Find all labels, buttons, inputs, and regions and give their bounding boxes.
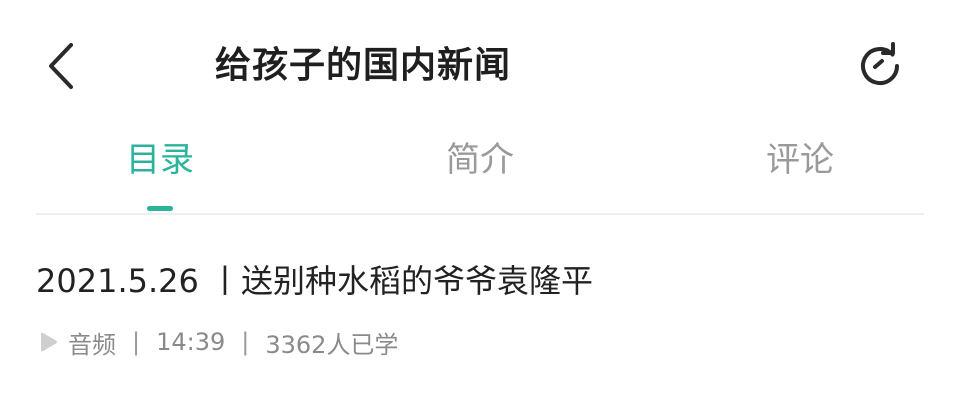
media-type: 音频 — [68, 330, 116, 359]
refresh-icon — [861, 42, 899, 86]
page-title: 给孩子的国内新闻 — [215, 45, 512, 86]
learner-count: 3362人已学 — [265, 330, 399, 359]
list-item[interactable]: 2021.5.26 丨送别种水稻的爷爷袁隆平 音频 | 14:39 | 3362… — [36, 250, 936, 370]
refresh-button[interactable] — [850, 36, 910, 96]
app-header: 给孩子的国内新闻 — [0, 0, 960, 130]
tab-comments[interactable]: 评论 — [700, 130, 900, 212]
back-button[interactable] — [34, 38, 90, 94]
tab-intro[interactable]: 简介 — [380, 130, 580, 212]
separator: | — [241, 328, 250, 356]
chevron-left-icon — [49, 43, 73, 89]
tab-catalog[interactable]: 目录 — [60, 130, 260, 212]
tab-bar: 目录 简介 评论 — [0, 130, 960, 212]
separator: | — [132, 328, 141, 356]
active-tab-indicator — [147, 206, 173, 211]
item-meta: 音频 | 14:39 | 3362人已学 — [36, 322, 398, 362]
item-title: 2021.5.26 丨送别种水稻的爷爷袁隆平 — [36, 262, 594, 300]
duration: 14:39 — [156, 328, 226, 356]
tab-divider — [36, 213, 924, 215]
audio-play-icon — [36, 330, 60, 354]
